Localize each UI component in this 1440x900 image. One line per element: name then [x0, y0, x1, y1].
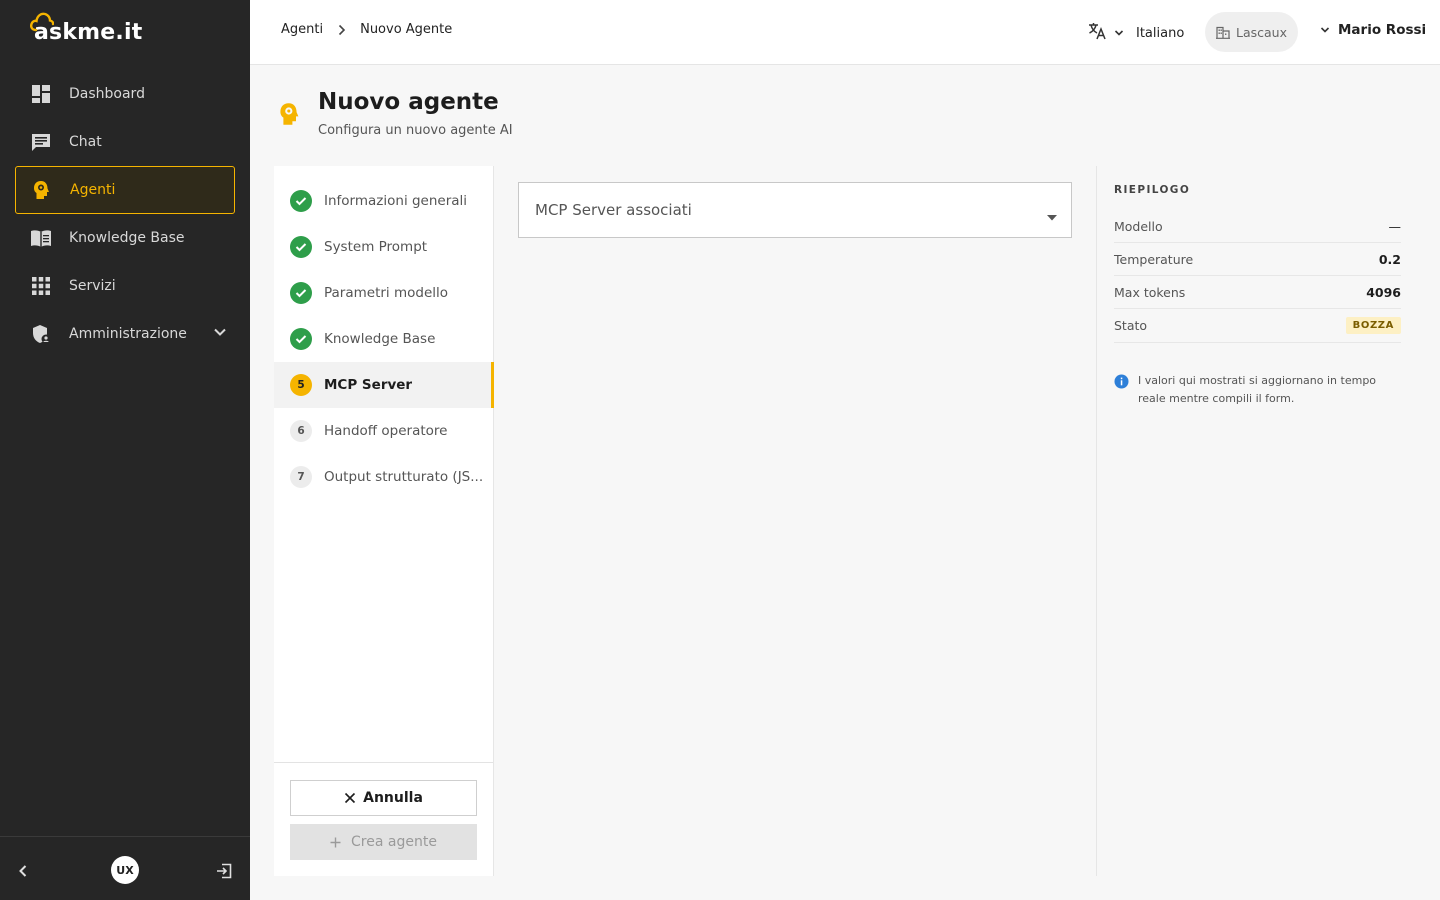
- step-output-strutturato[interactable]: 7 Output strutturato (JS...: [274, 454, 493, 500]
- sidebar-item-chat[interactable]: Chat: [15, 118, 235, 166]
- page-title: Nuovo agente: [318, 89, 499, 115]
- summary-row-stato: Stato BOZZA: [1114, 308, 1401, 343]
- chevron-down-icon[interactable]: [213, 325, 227, 343]
- step-system-prompt[interactable]: System Prompt: [274, 224, 493, 270]
- cloud-logo-icon: [30, 12, 54, 32]
- step-number: 7: [290, 466, 312, 488]
- summary-label: Modello: [1114, 218, 1163, 234]
- chevron-down-icon: [1114, 29, 1124, 37]
- divider: [274, 762, 493, 763]
- info-icon: [1114, 374, 1129, 408]
- translate-icon: [1088, 22, 1108, 44]
- building-icon: [1216, 26, 1230, 39]
- step-label: Informazioni generali: [324, 193, 468, 209]
- step-label: Knowledge Base: [324, 331, 436, 347]
- mcp-server-select[interactable]: MCP Server associati: [518, 182, 1072, 238]
- create-agent-button-label: Crea agente: [351, 834, 437, 850]
- brand-logo[interactable]: askme.it: [30, 10, 142, 46]
- sidebar-item-label: Knowledge Base: [69, 230, 185, 246]
- form-area: MCP Server associati: [494, 166, 1097, 876]
- sidebar-footer: UX: [0, 836, 250, 900]
- cancel-button[interactable]: Annulla: [290, 780, 477, 816]
- apps-grid-icon: [30, 275, 52, 297]
- mcp-server-select-placeholder: MCP Server associati: [535, 201, 692, 219]
- sidebar-item-knowledge-base[interactable]: Knowledge Base: [15, 214, 235, 262]
- step-handoff-operatore[interactable]: 6 Handoff operatore: [274, 408, 493, 454]
- check-circle-icon: [290, 328, 312, 350]
- breadcrumb-item-agenti[interactable]: Agenti: [281, 22, 323, 37]
- summary-value: 0.2: [1378, 251, 1401, 267]
- sidebar-item-agenti[interactable]: Agenti: [15, 166, 235, 214]
- sidebar-item-label: Servizi: [69, 278, 116, 294]
- wizard-steps: Informazioni generali System Prompt Para…: [274, 166, 494, 876]
- sidebar-item-servizi[interactable]: Servizi: [15, 262, 235, 310]
- sidebar-item-label: Chat: [69, 134, 102, 150]
- company-badge[interactable]: UX: [111, 856, 139, 884]
- chevron-right-icon: [337, 24, 347, 36]
- summary-label: Stato: [1114, 317, 1148, 333]
- summary-panel: RIEPILOGO Modello — Temperature 0.2 Max …: [1096, 166, 1416, 876]
- summary-row-max-tokens: Max tokens 4096: [1114, 276, 1401, 309]
- sidebar-item-label: Amministrazione: [69, 326, 187, 342]
- step-parametri-modello[interactable]: Parametri modello: [274, 270, 493, 316]
- chevron-left-icon[interactable]: [16, 863, 30, 882]
- step-mcp-server[interactable]: 5 MCP Server: [274, 362, 494, 408]
- summary-label: Max tokens: [1114, 284, 1186, 300]
- step-label: Parametri modello: [324, 285, 449, 301]
- summary-title: RIEPILOGO: [1114, 184, 1191, 196]
- summary-value: 4096: [1366, 284, 1401, 300]
- tenant-label: Lascaux: [1236, 24, 1287, 40]
- breadcrumb: Agenti Nuovo Agente: [281, 22, 452, 37]
- topbar: Agenti Nuovo Agente Italiano Lascaux Mar…: [250, 0, 1440, 65]
- user-menu[interactable]: Mario Rossi: [1320, 22, 1426, 38]
- language-label: Italiano: [1136, 25, 1185, 41]
- check-circle-icon: [290, 190, 312, 212]
- summary-note: I valori qui mostrati si aggiornano in t…: [1114, 372, 1404, 408]
- sidebar-item-label: Dashboard: [69, 86, 145, 102]
- language-selector[interactable]: Italiano: [1088, 22, 1184, 44]
- plus-icon: [330, 837, 341, 847]
- step-label: Handoff operatore: [324, 423, 448, 439]
- sidebar-nav: Dashboard Chat Agenti Knowledge Base Ser…: [15, 70, 235, 358]
- step-label: MCP Server: [324, 377, 413, 393]
- check-circle-icon: [290, 282, 312, 304]
- close-icon: [345, 792, 356, 804]
- step-label: Output strutturato (JS...: [324, 469, 484, 485]
- sidebar-item-label: Agenti: [70, 182, 116, 198]
- summary-row-modello: Modello —: [1114, 210, 1401, 243]
- tenant-selector[interactable]: Lascaux: [1205, 12, 1298, 52]
- breadcrumb-item-current: Nuovo Agente: [360, 22, 453, 37]
- chevron-down-icon: [1320, 27, 1330, 33]
- create-agent-button[interactable]: Crea agente: [290, 824, 477, 860]
- book-icon: [30, 227, 52, 249]
- sidebar-item-amministrazione[interactable]: Amministrazione: [15, 310, 235, 358]
- step-knowledge-base[interactable]: Knowledge Base: [274, 316, 493, 362]
- caret-down-icon: [1047, 207, 1057, 225]
- step-number: 5: [290, 374, 312, 396]
- step-number: 6: [290, 420, 312, 442]
- dashboard-icon: [30, 83, 52, 105]
- logout-icon[interactable]: [216, 863, 232, 883]
- summary-label: Temperature: [1114, 251, 1194, 267]
- step-label: System Prompt: [324, 239, 428, 255]
- cancel-button-label: Annulla: [363, 790, 423, 806]
- admin-shield-icon: [30, 323, 52, 345]
- chat-icon: [30, 131, 52, 153]
- status-badge: BOZZA: [1345, 316, 1401, 334]
- step-informazioni-generali[interactable]: Informazioni generali: [274, 178, 493, 224]
- sidebar-item-dashboard[interactable]: Dashboard: [15, 70, 235, 118]
- agent-head-icon: [31, 179, 53, 201]
- page-subtitle: Configura un nuovo agente AI: [318, 123, 513, 138]
- sidebar: askme.it Dashboard Chat Agenti Knowledge…: [0, 0, 250, 900]
- summary-value: —: [1388, 218, 1402, 234]
- agent-head-icon: [278, 102, 302, 130]
- user-name: Mario Rossi: [1338, 22, 1427, 38]
- summary-row-temperature: Temperature 0.2: [1114, 243, 1401, 276]
- summary-note-text: I valori qui mostrati si aggiornano in t…: [1138, 374, 1377, 405]
- check-circle-icon: [290, 236, 312, 258]
